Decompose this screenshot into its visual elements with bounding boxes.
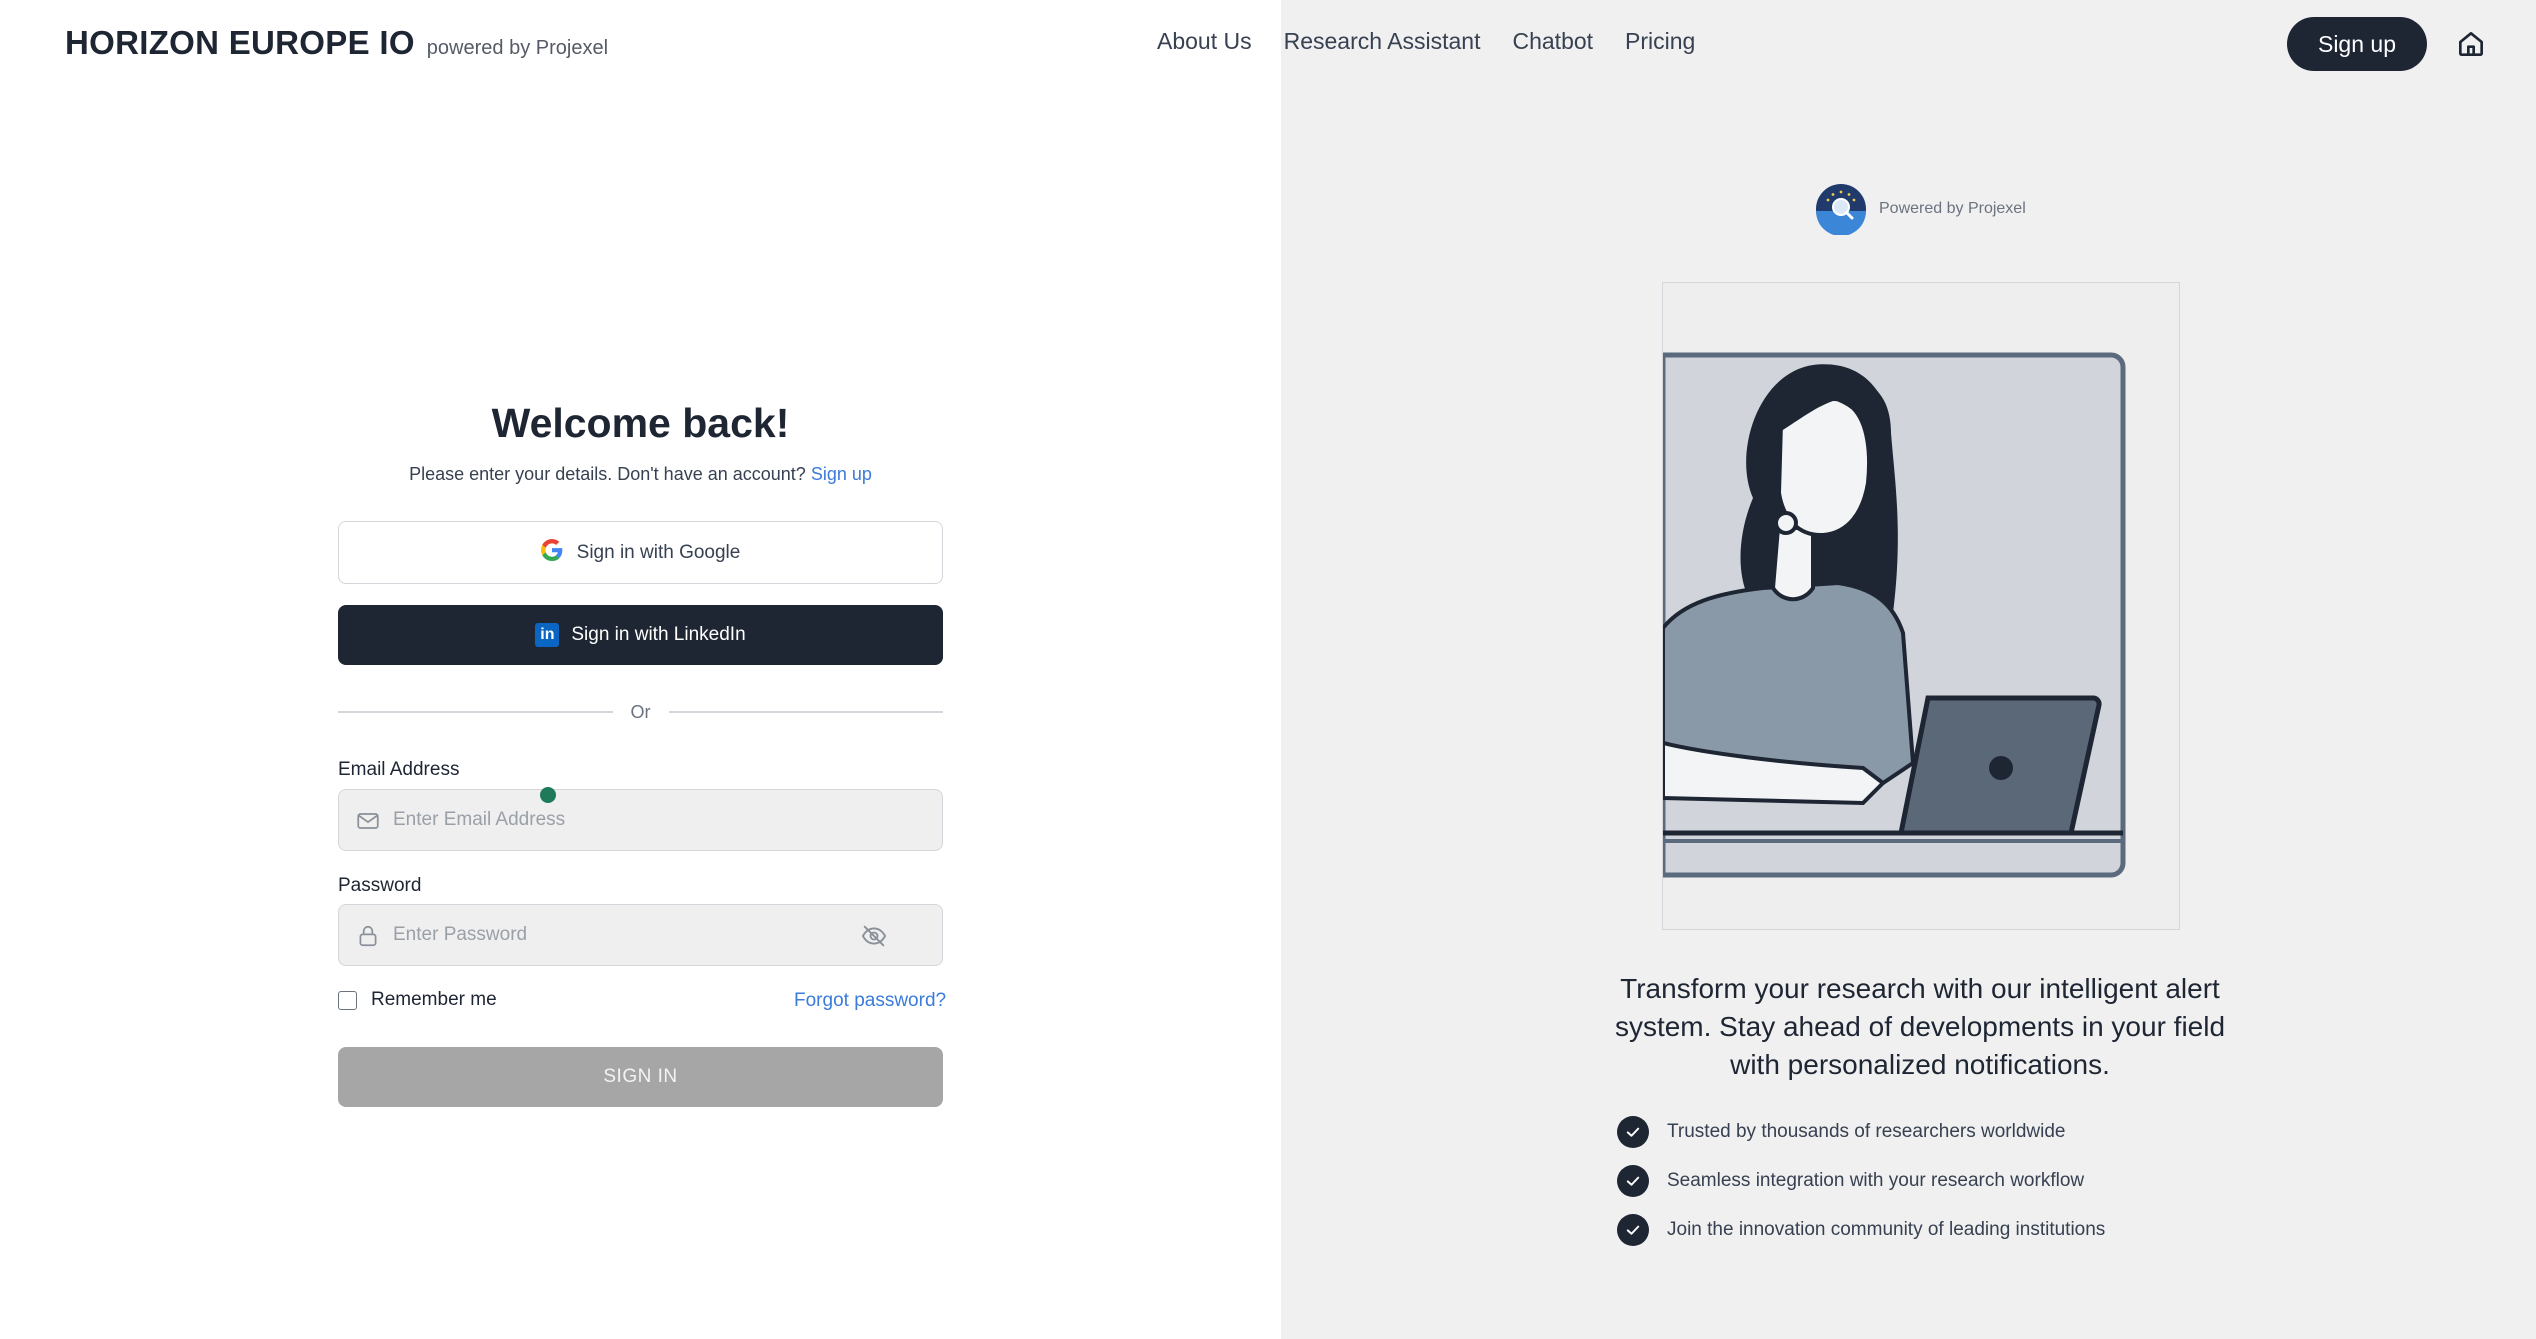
check-icon: [1617, 1116, 1649, 1148]
brand-subtitle: powered by Projexel: [426, 37, 609, 59]
mail-icon: [355, 808, 381, 834]
linkedin-icon: in: [535, 623, 560, 647]
password-field[interactable]: [338, 904, 943, 966]
powered-label: Powered by Projexel: [1879, 200, 2026, 217]
google-signin-button[interactable]: Sign in with Google: [338, 521, 943, 584]
feature-text: Join the innovation community of leading…: [1667, 1219, 2106, 1240]
signin-button[interactable]: SIGN IN: [338, 1047, 943, 1107]
nav-chatbot[interactable]: Chatbot: [1512, 28, 1593, 55]
feature-text: Trusted by thousands of researchers worl…: [1667, 1121, 2066, 1142]
nav-pricing[interactable]: Pricing: [1625, 28, 1695, 55]
nav-about-us[interactable]: About Us: [1157, 28, 1252, 55]
divider-text: Or: [630, 701, 651, 722]
divider-line-left: [338, 711, 613, 713]
powered-by: Powered by Projexel: [1815, 183, 2026, 236]
signup-link[interactable]: Sign up: [811, 464, 872, 484]
home-icon[interactable]: [2455, 28, 2487, 60]
feature-list: Trusted by thousands of researchers worl…: [1617, 1116, 2105, 1263]
email-input[interactable]: [393, 790, 873, 850]
feature-item: Trusted by thousands of researchers worl…: [1617, 1116, 2105, 1148]
email-label: Email Address: [338, 759, 460, 780]
or-divider: Or: [338, 700, 943, 724]
nav-research-assistant[interactable]: Research Assistant: [1284, 28, 1481, 55]
researcher-illustration: [1660, 282, 2180, 930]
projexel-logo-icon: [1815, 183, 1867, 236]
linkedin-signin-label: Sign in with LinkedIn: [571, 624, 746, 645]
password-label: Password: [338, 875, 422, 896]
remember-me[interactable]: Remember me: [338, 989, 497, 1011]
header-signup-button[interactable]: Sign up: [2287, 17, 2427, 71]
check-icon: [1617, 1214, 1649, 1246]
page-title: Welcome back!: [491, 400, 790, 446]
remember-label: Remember me: [371, 989, 497, 1010]
lock-icon: [355, 923, 381, 949]
signup-prompt: Please enter your details. Don't have an…: [338, 464, 943, 485]
tagline: Transform your research with our intelli…: [1614, 973, 2226, 1080]
google-signin-label: Sign in with Google: [576, 541, 741, 563]
feature-item: Seamless integration with your research …: [1617, 1165, 2105, 1197]
eye-off-icon[interactable]: [859, 922, 889, 950]
email-field[interactable]: [338, 789, 943, 851]
password-input[interactable]: [393, 905, 873, 965]
divider-line-right: [668, 711, 943, 713]
linkedin-signin-button[interactable]: in Sign in with LinkedIn: [338, 605, 943, 665]
signup-prompt-text: Please enter your details. Don't have an…: [409, 464, 806, 484]
brand-title: HORIZON EUROPE IO: [65, 24, 415, 61]
forgot-password-link[interactable]: Forgot password?: [794, 990, 946, 1012]
cursor-indicator: [540, 787, 556, 803]
google-icon: [540, 538, 563, 567]
top-header: HORIZON EUROPE IO powered by Projexel Ab…: [0, 0, 2536, 88]
main-nav: About Us Research Assistant Chatbot Pric…: [1157, 28, 1727, 55]
feature-item: Join the innovation community of leading…: [1617, 1214, 2105, 1246]
brand[interactable]: HORIZON EUROPE IO powered by Projexel: [65, 24, 608, 62]
remember-checkbox[interactable]: [338, 990, 357, 1010]
check-icon: [1617, 1165, 1649, 1197]
feature-text: Seamless integration with your research …: [1667, 1170, 2085, 1191]
